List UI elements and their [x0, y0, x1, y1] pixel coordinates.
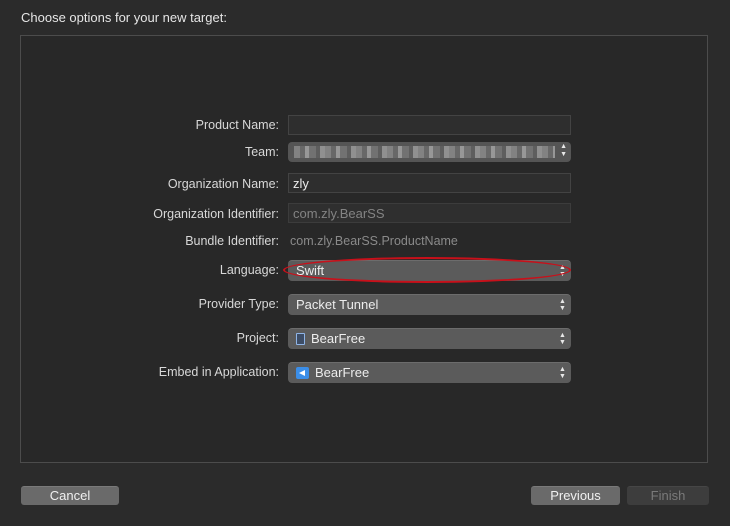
bundle-identifier-value: com.zly.BearSS.ProductName: [290, 234, 458, 248]
embed-in-application-label: Embed in Application:: [158, 365, 279, 379]
dialog-title: Choose options for your new target:: [21, 10, 227, 25]
chevron-updown-icon: ▲ ▼: [559, 297, 566, 312]
app-target-icon: [296, 366, 309, 379]
organization-name-field[interactable]: zly: [288, 173, 571, 193]
organization-identifier-field[interactable]: com.zly.BearSS: [288, 203, 571, 223]
language-label: Language:: [219, 263, 279, 277]
team-label: Team:: [244, 145, 279, 159]
language-value: Swift: [296, 263, 325, 278]
provider-type-popup[interactable]: Packet Tunnel ▲ ▼: [288, 294, 571, 315]
project-popup[interactable]: BearFree ▲ ▼: [288, 328, 571, 349]
language-popup[interactable]: Swift ▲ ▼: [288, 260, 571, 281]
team-popup[interactable]: ▲ ▼: [288, 142, 571, 162]
cancel-button[interactable]: Cancel: [21, 486, 119, 505]
bundle-identifier-label: Bundle Identifier:: [185, 234, 279, 248]
project-label: Project:: [236, 331, 279, 345]
product-name-label: Product Name:: [195, 118, 279, 132]
provider-type-value: Packet Tunnel: [296, 297, 379, 312]
organization-name-label: Organization Name:: [167, 177, 279, 191]
embed-in-application-popup[interactable]: BearFree ▲ ▼: [288, 362, 571, 383]
project-value: BearFree: [311, 331, 366, 346]
product-name-field[interactable]: [288, 115, 571, 135]
chevron-updown-icon: ▲ ▼: [560, 143, 567, 158]
provider-type-label: Provider Type:: [198, 297, 279, 311]
embed-in-application-value: BearFree: [315, 365, 370, 380]
redacted-team-value: [294, 146, 555, 158]
chevron-updown-icon: ▲ ▼: [559, 331, 566, 346]
organization-identifier-label: Organization Identifier:: [153, 207, 279, 221]
previous-button[interactable]: Previous: [531, 486, 620, 505]
chevron-updown-icon: ▲ ▼: [559, 263, 566, 278]
chevron-updown-icon: ▲ ▼: [559, 365, 566, 380]
finish-button[interactable]: Finish: [627, 486, 709, 505]
options-panel: [20, 35, 708, 463]
project-file-icon: [296, 332, 305, 345]
